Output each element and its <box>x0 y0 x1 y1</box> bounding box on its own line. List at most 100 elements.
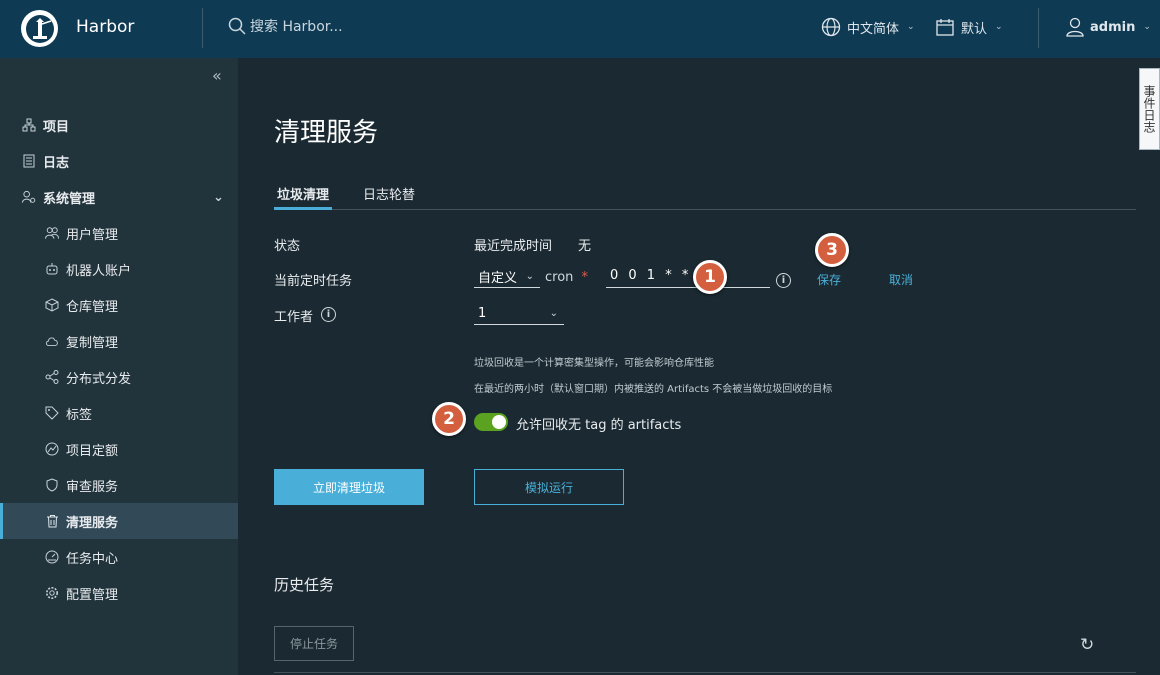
workers-select[interactable]: 1 ⌄ <box>474 303 564 325</box>
sidebar-item-labels[interactable]: 标签 <box>0 396 238 430</box>
sidebar-item-job-service[interactable]: 任务中心 <box>0 540 238 574</box>
header-divider <box>1038 8 1039 48</box>
sidebar: « 项目 日志 系统管理 ⌄ 用户管理 机器人账户 仓库管理 复制管理 分布式分… <box>0 58 238 675</box>
registry-icon <box>45 298 59 312</box>
header-divider <box>202 8 203 48</box>
collapse-sidebar-icon[interactable]: « <box>212 66 222 85</box>
gc-helper-text-1: 垃圾回收是一个计算密集型操作，可能会影响仓库性能 <box>474 358 714 369</box>
app-title[interactable]: Harbor <box>76 17 134 37</box>
sidebar-item-replications[interactable]: 复制管理 <box>0 324 238 358</box>
sidebar-item-label: 仓库管理 <box>66 299 119 315</box>
sidebar-item-label: 任务中心 <box>66 551 119 567</box>
main-content: 清理服务 垃圾清理 日志轮替 状态 最近完成时间 无 当前定时任务 自定义 ⌄ … <box>238 58 1138 675</box>
sidebar-item-registries[interactable]: 仓库管理 <box>0 288 238 322</box>
chevron-down-icon: ⌄ <box>525 271 534 282</box>
dry-run-button[interactable]: 模拟运行 <box>474 469 624 505</box>
calendar-icon <box>936 19 954 36</box>
top-header: Harbor 搜索 Harbor... 中文简体 ⌄ 默认 ⌄ admin ⌄ <box>0 0 1160 58</box>
tab-log-rotation[interactable]: 日志轮替 <box>363 184 415 210</box>
workers-value: 1 <box>478 306 487 321</box>
sidebar-item-users[interactable]: 用户管理 <box>0 216 238 250</box>
schedule-type-select[interactable]: 自定义 ⌄ <box>474 266 540 288</box>
workers-info-icon[interactable]: i <box>321 307 336 322</box>
workers-label-text: 工作者 <box>274 310 314 325</box>
table-top-divider <box>274 672 1136 673</box>
cron-input[interactable]: 0 0 1 * * 6 <box>606 264 770 288</box>
sidebar-item-distributions[interactable]: 分布式分发 <box>0 360 238 394</box>
sidebar-item-admin[interactable]: 系统管理 ⌄ <box>0 180 238 214</box>
callout-badge: 2 <box>432 402 466 436</box>
sidebar-item-label: 日志 <box>43 155 70 171</box>
users-icon <box>45 226 59 240</box>
cancel-button[interactable]: 取消 <box>889 271 913 288</box>
page-title: 清理服务 <box>274 118 379 148</box>
sidebar-item-label: 审查服务 <box>66 479 119 495</box>
workers-label: 工作者 <box>274 306 313 325</box>
chevron-down-icon: ⌄ <box>1143 22 1151 32</box>
gc-helper-text-2: 在最近的两小时（默认窗口期）内被推送的 Artifacts 不会被当做垃圾回收的… <box>474 384 833 395</box>
sidebar-item-quotas[interactable]: 项目定额 <box>0 432 238 466</box>
info-icon[interactable]: i <box>776 273 791 288</box>
sidebar-item-label: 分布式分发 <box>66 371 132 387</box>
callout-badge: 3 <box>815 233 849 267</box>
delete-untagged-toggle[interactable] <box>474 413 508 431</box>
datetime-label: 默认 <box>961 21 988 37</box>
search-icon <box>228 17 246 35</box>
datetime-selector[interactable]: 默认 ⌄ <box>935 17 1003 37</box>
sidebar-item-label: 机器人账户 <box>66 263 132 279</box>
admin-icon <box>22 190 36 204</box>
sidebar-item-label: 系统管理 <box>43 191 96 207</box>
event-log-tab[interactable]: 事件日志 <box>1139 68 1160 150</box>
gc-now-button[interactable]: 立即清理垃圾 <box>274 469 424 505</box>
sidebar-item-label: 标签 <box>66 407 93 423</box>
cron-label-text: cron <box>545 270 574 285</box>
chevron-down-icon: ⌄ <box>995 22 1003 32</box>
gear-icon <box>45 586 59 600</box>
required-mark: * <box>581 270 589 285</box>
schedule-label: 当前定时任务 <box>274 274 353 289</box>
sidebar-item-label: 清理服务 <box>66 515 119 531</box>
gauge-icon <box>45 550 59 564</box>
sidebar-item-configuration[interactable]: 配置管理 <box>0 576 238 610</box>
globe-icon <box>821 17 841 37</box>
logs-icon <box>22 154 36 168</box>
sidebar-item-robot-accounts[interactable]: 机器人账户 <box>0 252 238 286</box>
cron-label: cron * <box>545 270 588 285</box>
sidebar-item-label: 配置管理 <box>66 587 119 603</box>
callout-badge: 1 <box>693 260 727 294</box>
history-title: 历史任务 <box>274 576 335 594</box>
sidebar-item-label: 复制管理 <box>66 335 119 351</box>
shield-icon <box>45 478 59 492</box>
last-completed-label: 最近完成时间 <box>474 239 553 254</box>
harbor-logo-icon[interactable] <box>21 10 58 47</box>
search-input[interactable]: 搜索 Harbor... <box>250 16 343 36</box>
schedule-type-value: 自定义 <box>478 271 518 286</box>
language-selector[interactable]: 中文简体 ⌄ <box>821 17 915 37</box>
sidebar-item-logs[interactable]: 日志 <box>0 144 238 178</box>
chevron-down-icon[interactable]: ⌄ <box>213 190 224 205</box>
trash-icon <box>45 514 59 528</box>
chevron-down-icon: ⌄ <box>549 308 558 319</box>
sidebar-item-clean-up[interactable]: 清理服务 <box>0 503 238 539</box>
quota-icon <box>45 442 59 456</box>
save-button[interactable]: 保存 <box>817 271 841 288</box>
chevron-down-icon: ⌄ <box>907 22 915 32</box>
last-completed-value: 无 <box>578 239 592 254</box>
language-label: 中文简体 <box>847 21 900 37</box>
toggle-knob <box>492 415 506 429</box>
sidebar-item-interrogation[interactable]: 审查服务 <box>0 468 238 502</box>
global-search[interactable]: 搜索 Harbor... <box>228 16 343 36</box>
robot-icon <box>45 262 59 276</box>
tab-bar: 垃圾清理 日志轮替 <box>274 182 1136 210</box>
sidebar-item-label: 项目 <box>43 119 70 135</box>
distribution-icon <box>45 370 59 384</box>
user-menu[interactable]: admin ⌄ <box>1066 17 1151 37</box>
stop-job-button[interactable]: 停止任务 <box>274 626 354 661</box>
status-label: 状态 <box>274 239 301 254</box>
sidebar-item-label: 用户管理 <box>66 227 119 243</box>
user-name: admin <box>1090 19 1136 35</box>
delete-untagged-label: 允许回收无 tag 的 artifacts <box>516 418 682 433</box>
refresh-icon[interactable]: ↻ <box>1080 635 1094 655</box>
tab-gc[interactable]: 垃圾清理 <box>274 184 333 210</box>
sidebar-item-projects[interactable]: 项目 <box>0 108 238 142</box>
